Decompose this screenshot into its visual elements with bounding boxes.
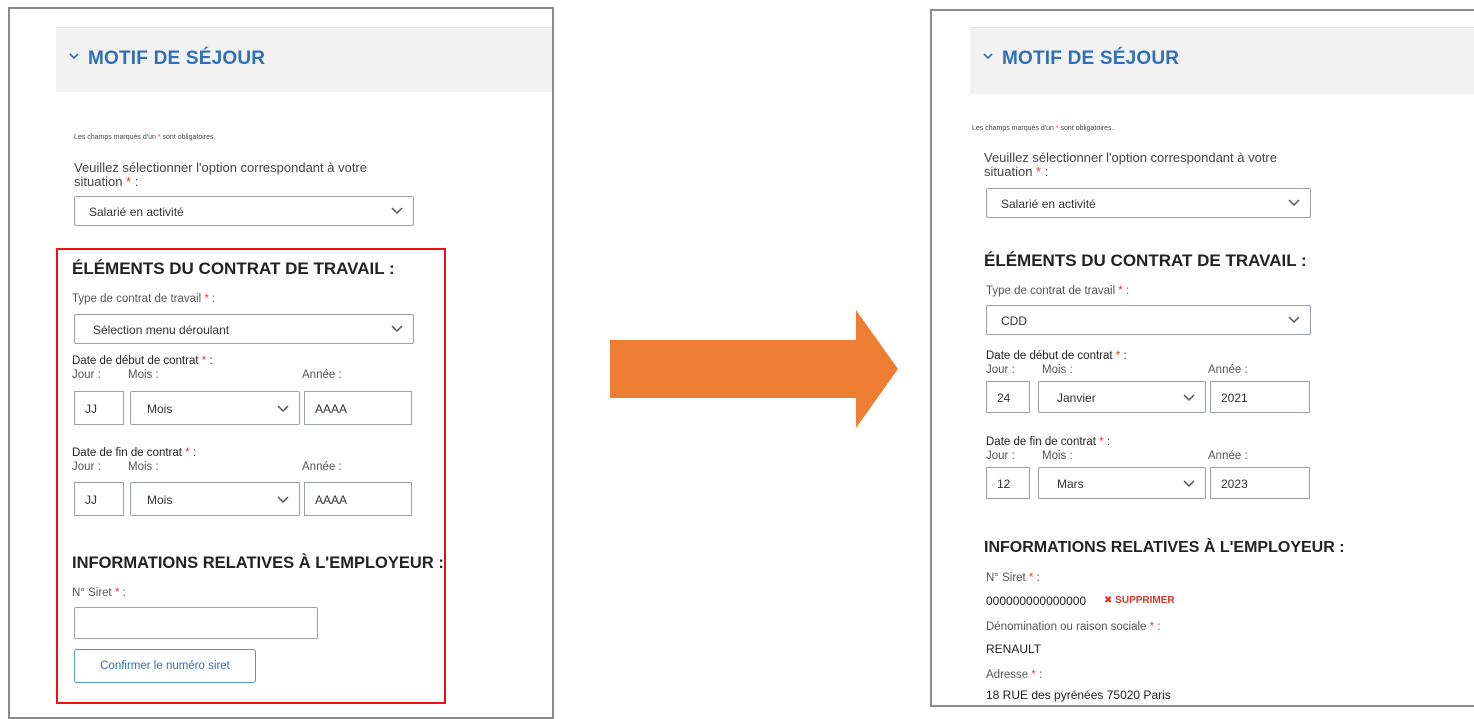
- chevron-down-icon: [1288, 316, 1300, 324]
- start-day-input[interactable]: 24: [986, 381, 1030, 413]
- end-date-label: Date de fin de contrat * :: [986, 436, 1111, 448]
- situation-select[interactable]: Salarié en activité: [74, 196, 414, 226]
- situation-prompt: Veuillez sélectionner l'option correspon…: [984, 150, 1277, 179]
- chevron-down-icon: [1183, 394, 1195, 402]
- year-label: Année :: [1208, 450, 1248, 462]
- chevron-down-icon: [983, 53, 993, 60]
- situation-prompt: Veuillez sélectionner l'option correspon…: [74, 160, 367, 189]
- chevron-down-icon: [391, 207, 403, 215]
- form-panel: MOTIF DE SÉJOUR: [56, 27, 552, 92]
- highlight-frame: [56, 248, 446, 704]
- contract-heading: ÉLÉMENTS DU CONTRAT DE TRAVAIL :: [984, 251, 1307, 270]
- address-label: Adresse * :: [986, 669, 1043, 681]
- situation-select[interactable]: Salarié en activité: [986, 188, 1311, 218]
- day-label: Jour :: [986, 450, 1015, 462]
- siret-value: 000000000000000: [986, 594, 1087, 608]
- chevron-down-icon: [69, 53, 79, 60]
- after-screenshot: MOTIF DE SÉJOUR Les champs marqués d'un …: [930, 9, 1474, 707]
- day-label: Jour :: [986, 364, 1015, 376]
- start-year-input[interactable]: 2021: [1210, 381, 1310, 413]
- contract-type-label: Type de contrat de travail * :: [986, 285, 1130, 297]
- end-day-input[interactable]: 12: [986, 467, 1030, 499]
- required-note: Les champs marqués d'un * sont obligatoi…: [972, 125, 1114, 132]
- required-note: Les champs marqués d'un * sont obligatoi…: [74, 134, 216, 141]
- month-label: Mois :: [1042, 450, 1073, 462]
- section-title: MOTIF DE SÉJOUR: [1002, 48, 1180, 69]
- section-header[interactable]: MOTIF DE SÉJOUR: [56, 27, 552, 92]
- chevron-down-icon: [1183, 480, 1195, 488]
- delete-siret-button[interactable]: ✖ SUPPRIMER: [1104, 595, 1175, 606]
- company-value: RENAULT: [986, 642, 1042, 656]
- address-value: 18 RUE des pyrénées 75020 Paris: [986, 688, 1171, 702]
- arrow-right-icon: [610, 310, 898, 428]
- start-date-label: Date de début de contrat * :: [986, 350, 1127, 362]
- section-title: MOTIF DE SÉJOUR: [88, 48, 266, 69]
- chevron-down-icon: [1288, 199, 1300, 207]
- start-month-select[interactable]: Janvier: [1038, 381, 1206, 413]
- siret-label: N° Siret * :: [986, 572, 1040, 584]
- close-icon: ✖: [1104, 595, 1113, 606]
- month-label: Mois :: [1042, 364, 1073, 376]
- section-header[interactable]: MOTIF DE SÉJOUR: [970, 27, 1474, 94]
- employer-heading: INFORMATIONS RELATIVES À L'EMPLOYEUR :: [984, 539, 1345, 556]
- end-year-input[interactable]: 2023: [1210, 467, 1310, 499]
- contract-type-select[interactable]: CDD: [986, 305, 1311, 335]
- year-label: Année :: [1208, 364, 1248, 376]
- form-panel: MOTIF DE SÉJOUR: [970, 27, 1474, 94]
- company-label: Dénomination ou raison sociale * :: [986, 621, 1161, 633]
- end-month-select[interactable]: Mars: [1038, 467, 1206, 499]
